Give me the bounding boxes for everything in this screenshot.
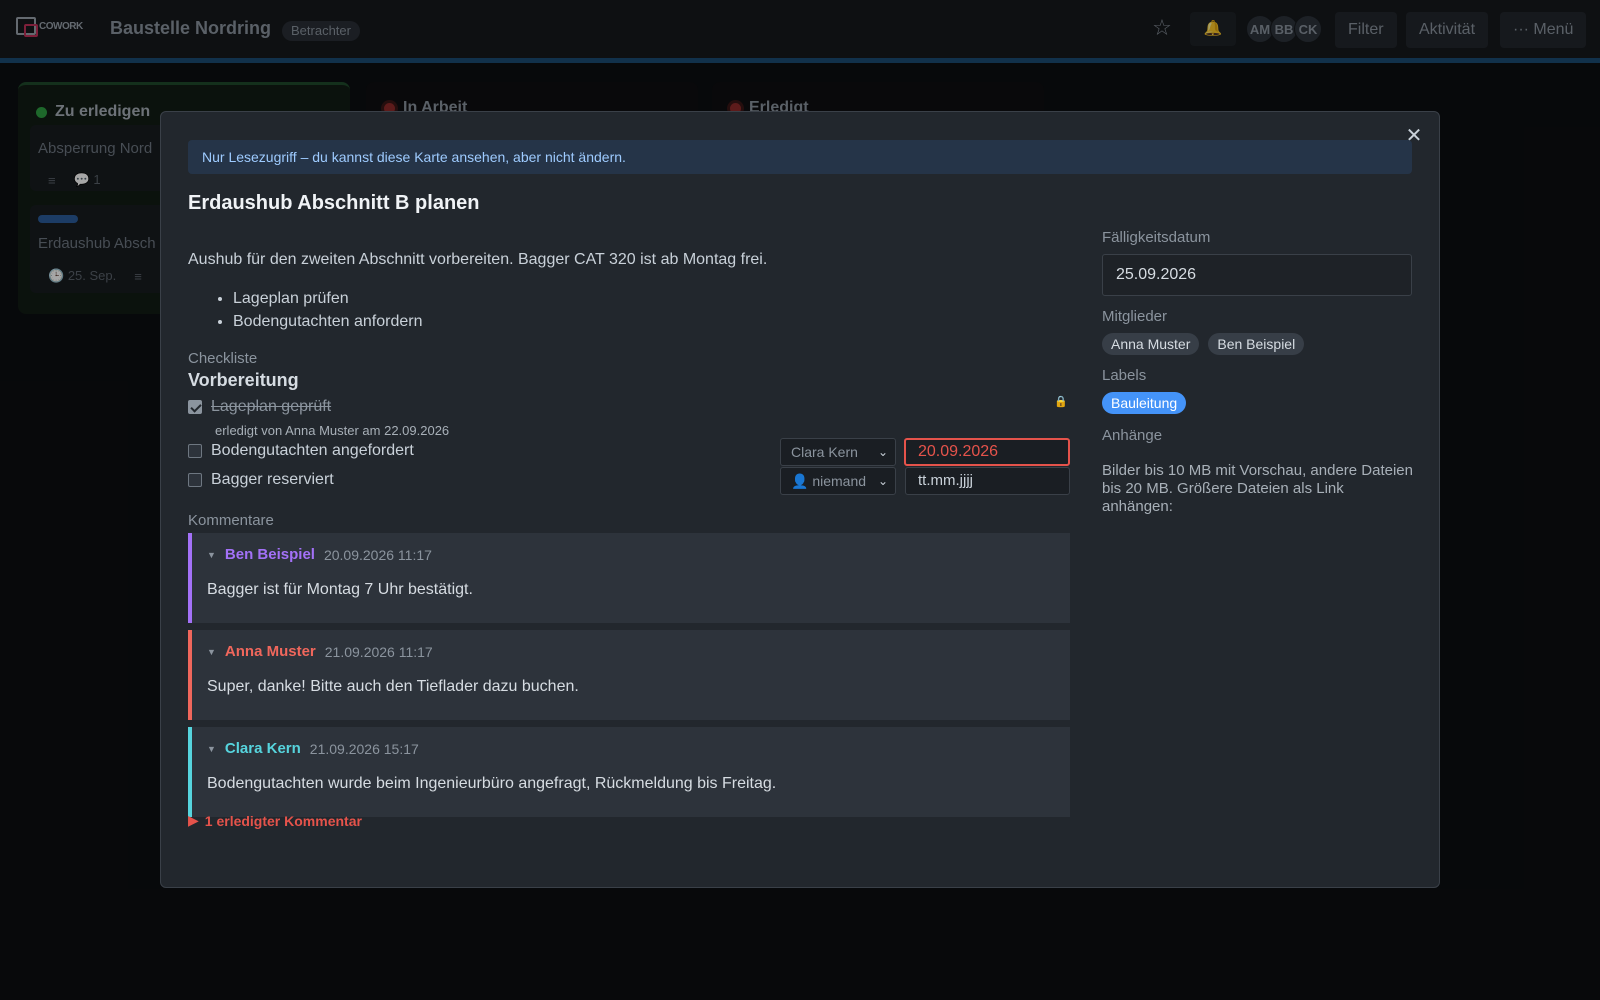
list-item: Lageplan prüfen [233, 290, 422, 308]
checkbox[interactable] [188, 473, 202, 487]
comment-text: Bagger ist für Montag 7 Uhr bestätigt. [207, 581, 473, 598]
comment-timestamp: 21.09.2026 11:17 [324, 643, 433, 660]
labels-label: Labels [1102, 367, 1147, 384]
comment-header: ▼ Anna Muster 21.09.2026 11:17 [207, 643, 433, 660]
label-chip[interactable]: Bauleitung [1102, 392, 1187, 414]
member-chip[interactable]: Anna Muster [1102, 333, 1200, 355]
resolved-comments-toggle[interactable]: ▶ 1 erledigter Kommentar [188, 812, 362, 829]
checklist-item-text: Bodengutachten angefordert [211, 442, 414, 459]
due-date-input[interactable]: 20.09.2026 [904, 438, 1070, 466]
comment: ▼ Clara Kern 21.09.2026 15:17 Bodengutac… [188, 727, 1070, 817]
checklist-item-text: Lageplan geprüft [211, 398, 332, 415]
checklist-item: Bodengutachten angefordert [188, 442, 414, 460]
card-description: Aushub für den zweiten Abschnitt vorbere… [188, 251, 768, 268]
comment: ▼ Anna Muster 21.09.2026 11:17 Super, da… [188, 630, 1070, 720]
comment-header: ▼ Ben Beispiel 20.09.2026 11:17 [207, 546, 432, 563]
attachments-info: Bilder bis 10 MB mit Vorschau, andere Da… [1102, 462, 1413, 515]
comments-label: Kommentare [188, 512, 274, 529]
comment-header: ▼ Clara Kern 21.09.2026 15:17 [207, 740, 419, 757]
collapse-icon[interactable]: ▼ [207, 647, 216, 657]
checklist-title: Vorbereitung [188, 370, 299, 390]
checkbox[interactable] [188, 400, 202, 414]
members-label: Mitglieder [1102, 308, 1168, 325]
checklist-item: Bagger reserviert [188, 471, 334, 489]
member-chip[interactable]: Ben Beispiel [1208, 333, 1305, 355]
readonly-banner: Nur Lesezugriff – du kannst diese Karte … [188, 140, 1412, 174]
completed-by-note: erledigt von Anna Muster am 22.09.2026 [215, 423, 450, 438]
member-chips: Anna Muster Ben Beispiel [1102, 333, 1305, 355]
checklist-item-text: Bagger reserviert [211, 471, 334, 488]
lock-icon: 🔒 [1054, 396, 1068, 408]
card-detail-modal: ✕ Nur Lesezugriff – du kannst diese Kart… [160, 111, 1440, 888]
assignee-select[interactable]: Clara Kern ⌄ [780, 438, 896, 466]
due-date-label: Fälligkeitsdatum [1102, 229, 1211, 246]
checkbox[interactable] [188, 444, 202, 458]
comment-text: Bodengutachten wurde beim Ingenieurbüro … [207, 775, 777, 792]
attachments-label: Anhänge [1102, 427, 1163, 444]
checklist-label: Checkliste [188, 350, 258, 367]
comment: ▼ Ben Beispiel 20.09.2026 11:17 Bagger i… [188, 533, 1070, 623]
expand-triangle-icon: ▶ [188, 812, 199, 828]
chevron-down-icon: ⌄ [877, 445, 888, 459]
comment-author: Anna Muster [224, 643, 316, 660]
card-due-date-input[interactable]: 25.09.2026 [1102, 254, 1412, 296]
description-list: Lageplan prüfen Bodengutachten anfordern [233, 290, 422, 336]
card-title: Erdaushub Abschnitt B planen [188, 192, 480, 214]
assignee-select[interactable]: 👤 niemand ⌄ [780, 467, 896, 495]
checklist-item: Lageplan geprüft [188, 398, 331, 416]
comment-author: Ben Beispiel [224, 546, 315, 563]
comment-timestamp: 20.09.2026 11:17 [323, 546, 432, 563]
chevron-down-icon: ⌄ [877, 474, 888, 488]
comment-text: Super, danke! Bitte auch den Tieflader d… [207, 678, 579, 695]
comment-timestamp: 21.09.2026 15:17 [309, 740, 419, 757]
collapse-icon[interactable]: ▼ [207, 744, 216, 754]
list-item: Bodengutachten anfordern [233, 313, 422, 331]
comment-author: Clara Kern [224, 740, 301, 757]
collapse-icon[interactable]: ▼ [207, 550, 216, 560]
due-date-input[interactable]: tt.mm.jjjj [905, 467, 1070, 495]
